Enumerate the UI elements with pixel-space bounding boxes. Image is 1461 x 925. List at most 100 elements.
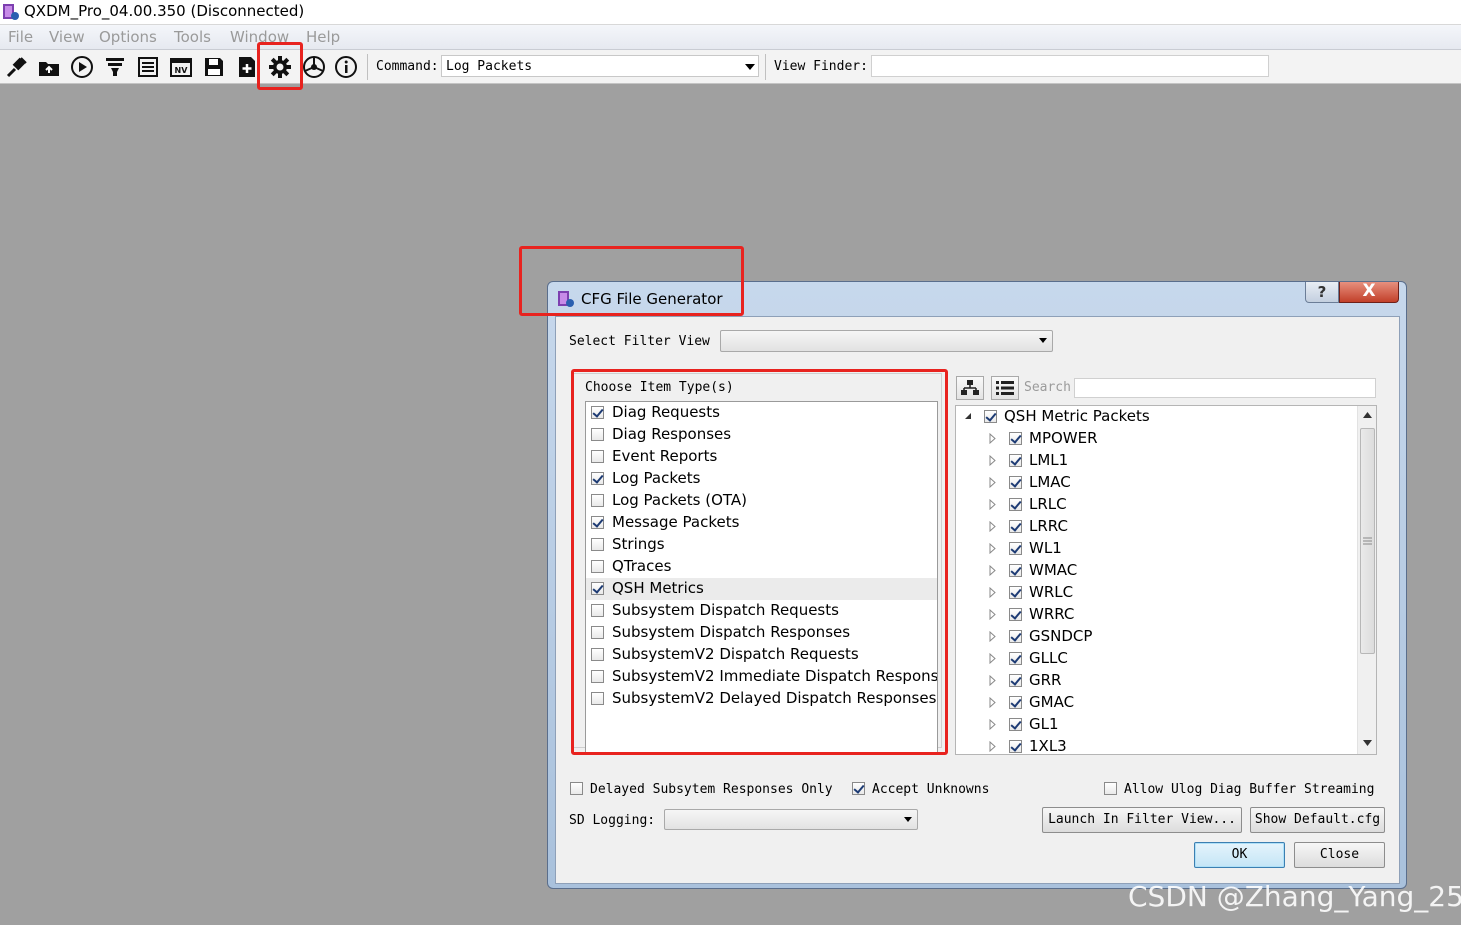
tree-node[interactable]: GLLC — [989, 648, 1376, 670]
accept-unknowns-label: Accept Unknowns — [872, 782, 990, 797]
checkbox[interactable] — [1009, 432, 1022, 445]
help-button[interactable]: ? — [1305, 282, 1339, 303]
filter-icon[interactable] — [101, 53, 129, 81]
checkbox[interactable] — [1009, 498, 1022, 511]
ok-button[interactable]: OK — [1194, 842, 1285, 868]
tree-node[interactable]: MPOWER — [989, 428, 1376, 450]
tree-node[interactable]: WMAC — [989, 560, 1376, 582]
sd-logging-label: SD Logging: — [569, 813, 656, 828]
menu-tools[interactable]: Tools — [174, 28, 211, 46]
tree-node[interactable]: WL1 — [989, 538, 1376, 560]
tree-node[interactable]: LRRC — [989, 516, 1376, 538]
tree-node[interactable]: GRR — [989, 670, 1376, 692]
info-icon[interactable] — [332, 53, 360, 81]
tree-node[interactable]: LMAC — [989, 472, 1376, 494]
list-view-icon[interactable] — [134, 53, 162, 81]
play-icon[interactable] — [68, 53, 96, 81]
tree-node[interactable]: GL1 — [989, 714, 1376, 736]
toolbar: NV Command: Log Packets View Finder: — [0, 50, 1461, 84]
checkbox[interactable] — [984, 410, 997, 423]
grip-icon — [1363, 537, 1372, 545]
tree-view-button[interactable] — [956, 376, 984, 400]
menu-view[interactable]: View — [49, 28, 85, 46]
list-icon — [996, 381, 1014, 395]
collapsed-triangle-icon[interactable] — [989, 477, 996, 488]
collapsed-triangle-icon[interactable] — [989, 653, 996, 664]
toolbar-separator — [765, 54, 766, 80]
checkbox[interactable] — [1009, 542, 1022, 555]
collapsed-triangle-icon[interactable] — [989, 675, 996, 686]
tree-node[interactable]: GSNDCP — [989, 626, 1376, 648]
collapsed-triangle-icon[interactable] — [989, 631, 996, 642]
collapsed-triangle-icon[interactable] — [989, 543, 996, 554]
checkbox[interactable] — [1009, 674, 1022, 687]
scrollbar-thumb[interactable] — [1360, 428, 1375, 654]
search-input[interactable] — [1074, 378, 1376, 398]
select-filter-view-combobox[interactable] — [720, 330, 1053, 352]
menu-file[interactable]: File — [8, 28, 33, 46]
collapsed-triangle-icon[interactable] — [989, 455, 996, 466]
tree-node[interactable]: WRLC — [989, 582, 1376, 604]
menu-options[interactable]: Options — [99, 28, 157, 46]
checkbox[interactable] — [1009, 630, 1022, 643]
chevron-down-icon — [745, 64, 755, 70]
accept-unknowns-checkbox[interactable] — [852, 782, 865, 795]
collapsed-triangle-icon[interactable] — [989, 697, 996, 708]
checkbox[interactable] — [1009, 454, 1022, 467]
tree-node-root[interactable]: QSH Metric Packets — [964, 406, 1364, 428]
tree-node[interactable]: GMAC — [989, 692, 1376, 714]
sd-logging-combobox[interactable] — [664, 809, 918, 830]
collapsed-triangle-icon[interactable] — [989, 565, 996, 576]
checkbox[interactable] — [1009, 608, 1022, 621]
menu-help[interactable]: Help — [306, 28, 340, 46]
highlight-gear-box — [257, 42, 303, 90]
search-label: Search — [1024, 380, 1071, 395]
command-value: Log Packets — [446, 59, 533, 74]
collapsed-triangle-icon[interactable] — [989, 499, 996, 510]
tree-node[interactable]: 1XL3 — [989, 736, 1376, 754]
checkbox[interactable] — [1009, 520, 1022, 533]
vertical-scrollbar[interactable] — [1357, 406, 1376, 754]
svg-text:NV: NV — [175, 66, 189, 75]
checkbox[interactable] — [1009, 476, 1022, 489]
scroll-down-icon[interactable] — [1363, 740, 1372, 746]
view-finder-input[interactable] — [871, 55, 1269, 77]
delayed-only-label: Delayed Subsytem Responses Only — [590, 782, 833, 797]
highlight-item-types-box — [571, 369, 948, 755]
delayed-only-checkbox[interactable] — [570, 782, 583, 795]
show-default-cfg-button[interactable]: Show Default.cfg — [1250, 807, 1385, 833]
checkbox[interactable] — [1009, 564, 1022, 577]
hierarchy-icon — [961, 380, 979, 395]
aperture-icon[interactable] — [300, 53, 328, 81]
app-icon — [3, 4, 19, 20]
open-folder-icon[interactable] — [35, 53, 63, 81]
collapsed-triangle-icon[interactable] — [989, 521, 996, 532]
list-view-button[interactable] — [991, 376, 1019, 400]
collapsed-triangle-icon[interactable] — [989, 719, 996, 730]
scroll-up-icon[interactable] — [1363, 412, 1372, 418]
expanded-triangle-icon[interactable] — [964, 412, 972, 420]
menu-bar: File View Options Tools Window Help — [0, 25, 1461, 50]
highlight-dialog-title-box — [519, 246, 744, 316]
checkbox[interactable] — [1009, 740, 1022, 753]
checkbox[interactable] — [1009, 696, 1022, 709]
tree-node[interactable]: LML1 — [989, 450, 1376, 472]
collapsed-triangle-icon[interactable] — [989, 433, 996, 444]
launch-filter-view-button[interactable]: Launch In Filter View... — [1042, 807, 1242, 833]
allow-ulog-checkbox[interactable] — [1104, 782, 1117, 795]
tree-node[interactable]: LRLC — [989, 494, 1376, 516]
checkbox[interactable] — [1009, 652, 1022, 665]
checkbox[interactable] — [1009, 718, 1022, 731]
command-combobox[interactable]: Log Packets — [441, 55, 759, 77]
connect-icon[interactable] — [3, 53, 31, 81]
tree-node[interactable]: WRRC — [989, 604, 1376, 626]
close-window-button[interactable]: X — [1339, 282, 1399, 303]
close-button[interactable]: Close — [1294, 842, 1385, 868]
save-icon[interactable] — [200, 53, 228, 81]
collapsed-triangle-icon[interactable] — [989, 741, 996, 752]
checkbox[interactable] — [1009, 586, 1022, 599]
select-filter-view-label: Select Filter View — [569, 334, 710, 349]
collapsed-triangle-icon[interactable] — [989, 609, 996, 620]
nv-icon[interactable]: NV — [167, 53, 195, 81]
collapsed-triangle-icon[interactable] — [989, 587, 996, 598]
